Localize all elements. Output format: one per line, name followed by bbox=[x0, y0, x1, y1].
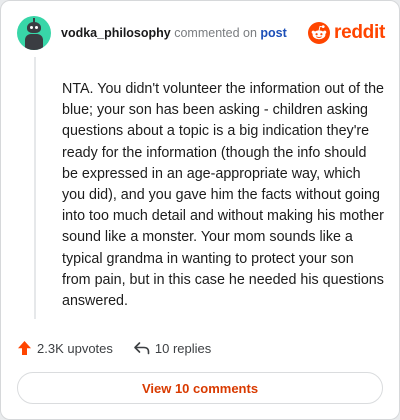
thread-line[interactable] bbox=[34, 57, 36, 319]
upvote-arrow-icon bbox=[18, 341, 31, 355]
reply-arrow-icon bbox=[134, 342, 150, 355]
post-link[interactable]: post bbox=[260, 26, 286, 40]
comment-meta: vodka_philosophy commented on post bbox=[61, 26, 287, 40]
reddit-wordmark: reddit bbox=[334, 22, 385, 43]
reddit-logo-icon bbox=[308, 22, 331, 44]
action-text: commented on bbox=[174, 26, 257, 40]
upvote-count: 2.3K upvotes bbox=[37, 340, 113, 356]
user-avatar-icon[interactable] bbox=[17, 16, 51, 50]
comment-card: vodka_philosophy commented on post reddi… bbox=[0, 0, 400, 420]
comment-body: NTA. You didn't volunteer the informatio… bbox=[62, 81, 384, 310]
comment-actions: 2.3K upvotes 10 replies bbox=[17, 337, 211, 359]
comment-header: vodka_philosophy commented on post reddi… bbox=[17, 15, 385, 51]
username-link[interactable]: vodka_philosophy bbox=[61, 26, 171, 40]
replies-button[interactable]: 10 replies bbox=[133, 341, 211, 356]
view-comments-button[interactable]: View 10 comments bbox=[17, 372, 383, 404]
reddit-brand[interactable]: reddit bbox=[308, 22, 385, 44]
upvote-button[interactable]: 2.3K upvotes bbox=[17, 340, 113, 356]
reply-count: 10 replies bbox=[154, 340, 212, 356]
